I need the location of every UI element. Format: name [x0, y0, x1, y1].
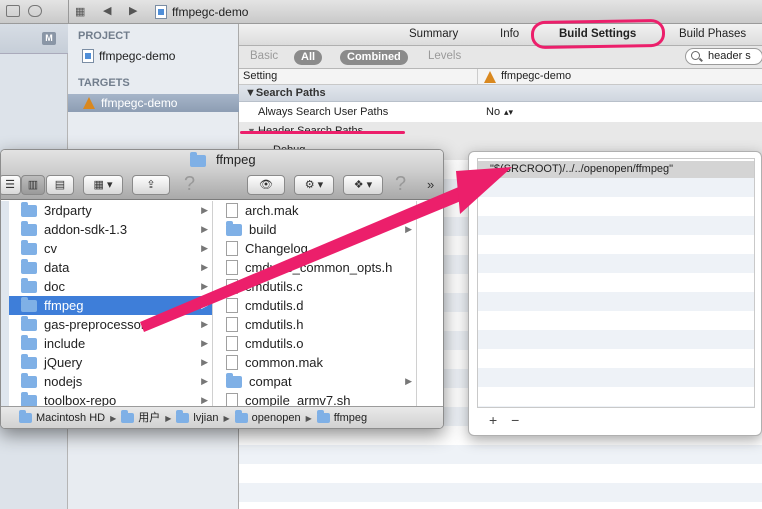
annotation-arrow: [140, 167, 512, 332]
